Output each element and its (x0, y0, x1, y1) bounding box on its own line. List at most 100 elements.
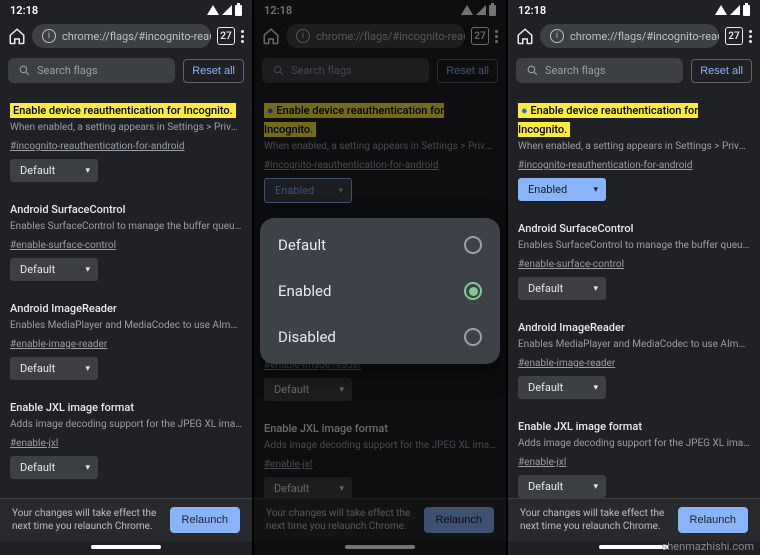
flag-anchor-link[interactable]: #enable-jxl (518, 457, 566, 468)
url-text: chrome://flags/#incognito-reau (570, 30, 719, 43)
flag-image-reader: Android ImageReader Enables MediaPlayer … (8, 287, 244, 386)
option-label: Enabled (278, 282, 331, 300)
flag-title: Enable JXL image format (10, 401, 134, 414)
url-bar[interactable]: i chrome://flags/#incognito-reau (32, 24, 211, 48)
relaunch-footer: Your changes will take effect the next t… (508, 498, 760, 541)
flag-value-select[interactable]: Default (518, 277, 606, 300)
flag-value-select[interactable]: Default (518, 475, 606, 498)
flag-title: Android ImageReader (518, 321, 625, 334)
flag-value-select[interactable]: Default (10, 258, 98, 281)
tabs-button[interactable]: 27 (725, 27, 743, 45)
radio-icon (464, 328, 482, 346)
flag-value-select[interactable]: Default (518, 376, 606, 399)
search-bar-row: Search flags Reset all (0, 52, 252, 89)
search-icon (526, 64, 539, 77)
flag-title: Enable JXL image format (518, 420, 642, 433)
flag-title: Android ImageReader (10, 302, 117, 315)
status-time: 12:18 (518, 4, 546, 17)
flag-description: Adds image decoding support for the JPEG… (10, 418, 242, 431)
relaunch-footer: Your changes will take effect the next t… (0, 498, 252, 541)
radio-selected-icon (464, 282, 482, 300)
watermark-text: shenmazhishi.com (662, 540, 754, 553)
flag-anchor-link[interactable]: #enable-image-reader (518, 358, 615, 369)
flag-value-select[interactable]: Enabled (518, 178, 606, 201)
flag-description: Enables MediaPlayer and MediaCodec to us… (10, 319, 242, 332)
screenshot-1: 12:18 i chrome://flags/#incognito-reau 2… (0, 0, 252, 555)
status-icons (207, 5, 242, 16)
relaunch-text: Your changes will take effect the next t… (12, 507, 160, 533)
url-bar[interactable]: i chrome://flags/#incognito-reau (540, 24, 719, 48)
flag-description: Enables MediaPlayer and MediaCodec to us… (518, 338, 750, 351)
signal-icon (730, 5, 740, 15)
status-icons (715, 5, 750, 16)
flag-value-select[interactable]: Default (10, 357, 98, 380)
flag-anchor-link[interactable]: #enable-surface-control (518, 259, 624, 270)
search-icon (18, 64, 31, 77)
battery-icon (743, 5, 750, 16)
browser-toolbar: i chrome://flags/#incognito-reau 27 (508, 20, 760, 52)
relaunch-text: Your changes will take effect the next t… (520, 507, 668, 533)
flag-value-dropdown: Default Enabled Disabled (260, 218, 500, 364)
flag-incognito-reauth: Enable device reauthentication for Incog… (516, 89, 752, 207)
search-flags-input[interactable]: Search flags (516, 58, 683, 83)
wifi-icon (207, 5, 219, 15)
relaunch-button[interactable]: Relaunch (170, 507, 240, 533)
flag-title: Enable device reauthentication for Incog… (518, 103, 698, 137)
home-button[interactable] (516, 27, 534, 45)
flag-anchor-link[interactable]: #enable-surface-control (10, 240, 116, 251)
flag-anchor-link[interactable]: #incognito-reauthentication-for-android (10, 141, 184, 152)
overflow-menu-button[interactable] (241, 30, 244, 43)
screenshot-3: 12:18 i chrome://flags/#incognito-reau 2… (508, 0, 760, 555)
flag-title: Android SurfaceControl (10, 203, 125, 216)
site-info-icon[interactable]: i (42, 29, 56, 43)
screenshot-2: 12:18 i chrome://flags/#incognito-reau 2… (254, 0, 506, 555)
nav-handle[interactable] (91, 545, 161, 549)
wifi-icon (715, 5, 727, 15)
search-flags-input[interactable]: Search flags (8, 58, 175, 83)
flag-value-select[interactable]: Default (10, 456, 98, 479)
browser-toolbar: i chrome://flags/#incognito-reau 27 (0, 20, 252, 52)
search-placeholder: Search flags (545, 64, 606, 77)
flag-jxl: Enable JXL image format Adds image decod… (8, 386, 244, 485)
battery-icon (235, 5, 242, 16)
status-bar: 12:18 (0, 0, 252, 20)
home-button[interactable] (8, 27, 26, 45)
flag-description: When enabled, a setting appears in Setti… (10, 121, 242, 134)
flag-image-reader: Android ImageReader Enables MediaPlayer … (516, 306, 752, 405)
flag-description: Enables SurfaceControl to manage the buf… (10, 220, 242, 233)
flag-anchor-link[interactable]: #enable-image-reader (10, 339, 107, 350)
flag-anchor-link[interactable]: #enable-jxl (10, 438, 58, 449)
status-time: 12:18 (10, 4, 38, 17)
site-info-icon[interactable]: i (550, 29, 564, 43)
radio-icon (464, 236, 482, 254)
reset-all-button[interactable]: Reset all (691, 59, 752, 83)
reset-all-button[interactable]: Reset all (183, 59, 244, 83)
flag-description: Adds image decoding support for the JPEG… (518, 437, 750, 450)
flag-title: Enable device reauthentication for Incog… (10, 103, 236, 118)
flag-title: Android SurfaceControl (518, 222, 633, 235)
flag-description: Enables SurfaceControl to manage the buf… (518, 239, 750, 252)
status-bar: 12:18 (508, 0, 760, 20)
tabs-button[interactable]: 27 (217, 27, 235, 45)
search-bar-row: Search flags Reset all (508, 52, 760, 89)
url-text: chrome://flags/#incognito-reau (62, 30, 211, 43)
flag-incognito-reauth: Enable device reauthentication for Incog… (8, 89, 244, 188)
option-label: Disabled (278, 328, 336, 346)
flag-description: When enabled, a setting appears in Setti… (518, 140, 750, 153)
flag-value-select[interactable]: Default (10, 159, 98, 182)
flag-survey-messages: Chrome Survey Messages UI When enabled, … (8, 485, 244, 498)
flags-list: Enable device reauthentication for Incog… (508, 89, 760, 498)
flag-surface-control: Android SurfaceControl Enables SurfaceCo… (8, 188, 244, 287)
option-label: Default (278, 236, 326, 254)
relaunch-button[interactable]: Relaunch (678, 507, 748, 533)
flags-list: Enable device reauthentication for Incog… (0, 89, 252, 498)
flag-jxl: Enable JXL image format Adds image decod… (516, 405, 752, 498)
flag-anchor-link[interactable]: #incognito-reauthentication-for-android (518, 160, 692, 171)
overflow-menu-button[interactable] (749, 30, 752, 43)
nav-handle[interactable] (599, 545, 669, 549)
signal-icon (222, 5, 232, 15)
dropdown-option-disabled[interactable]: Disabled (260, 314, 500, 360)
flag-surface-control: Android SurfaceControl Enables SurfaceCo… (516, 207, 752, 306)
dropdown-option-default[interactable]: Default (260, 222, 500, 268)
dropdown-option-enabled[interactable]: Enabled (260, 268, 500, 314)
